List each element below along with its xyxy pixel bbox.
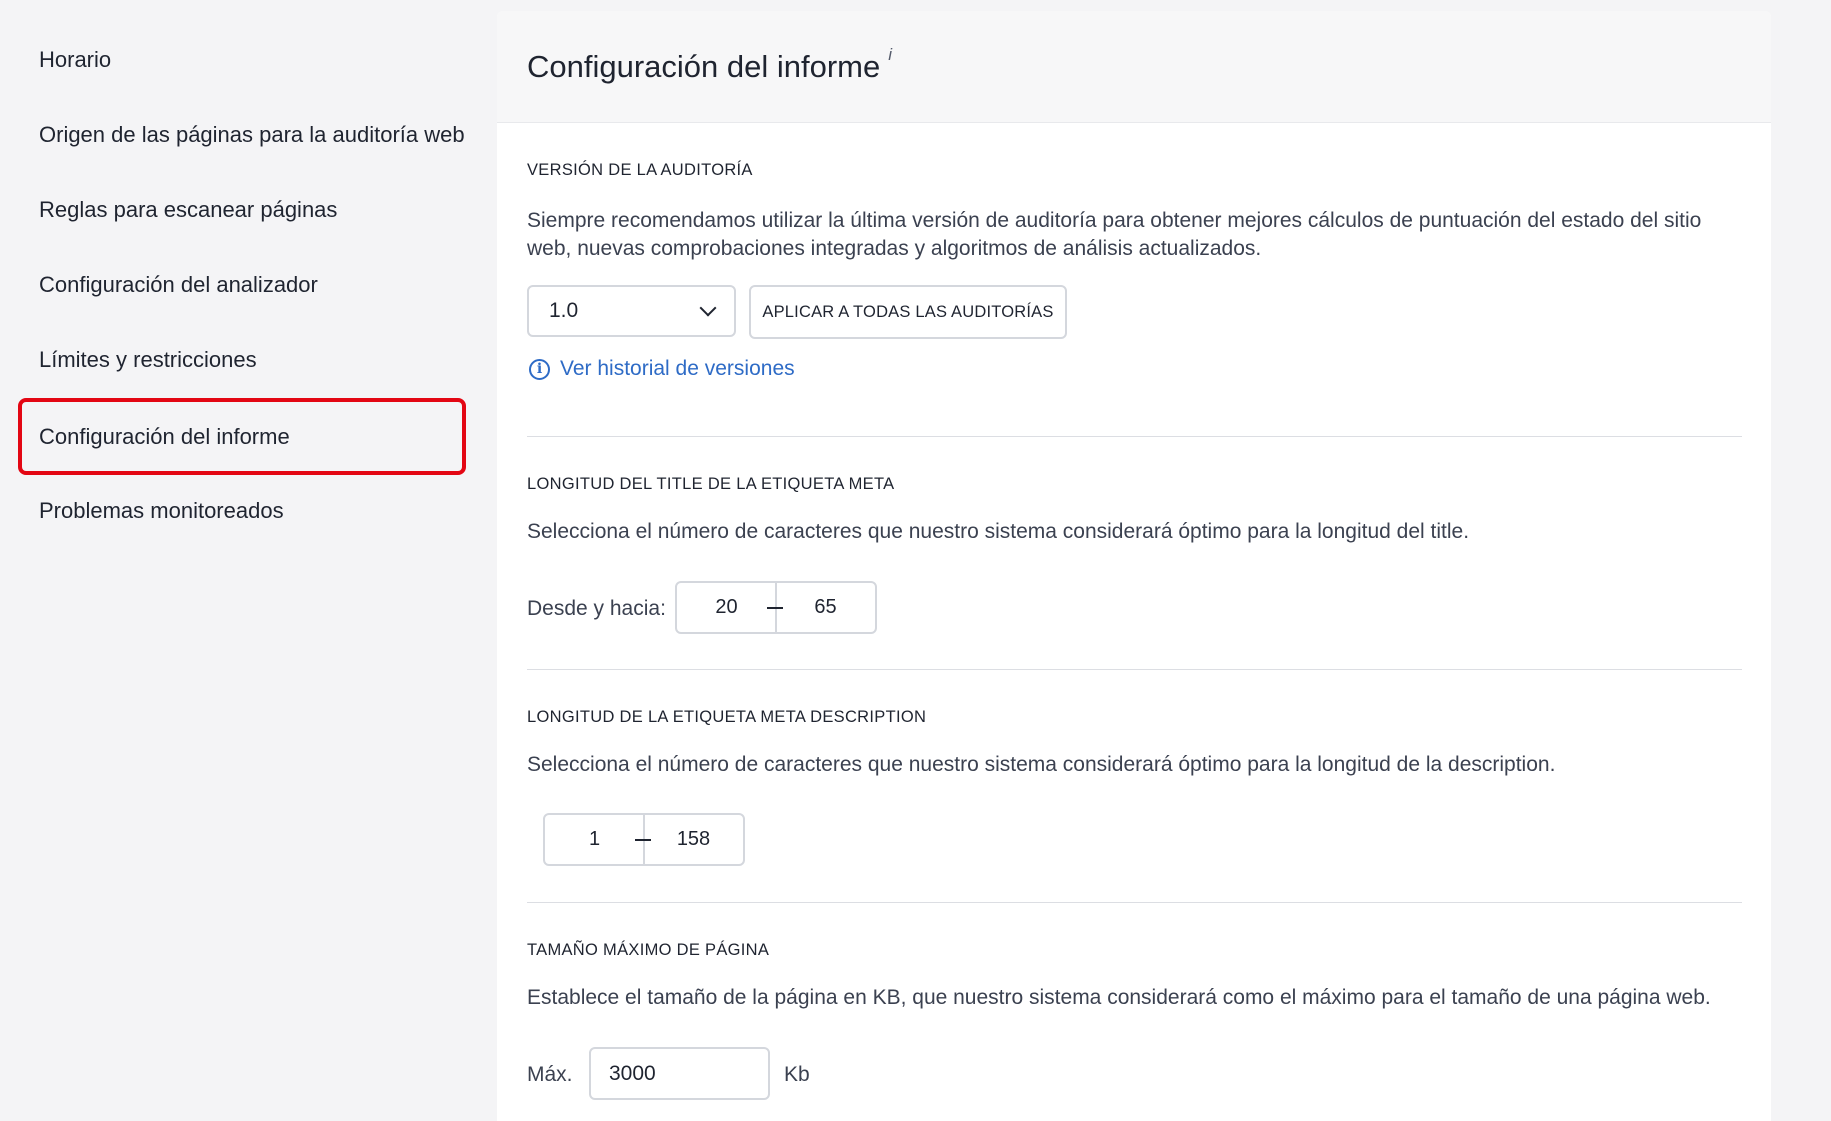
divider xyxy=(527,436,1742,437)
info-icon[interactable]: i xyxy=(888,45,892,65)
settings-sidebar: Horario Origen de las páginas para la au… xyxy=(0,0,495,1117)
description-length-from-input[interactable]: 1 xyxy=(545,815,644,864)
audit-version-select[interactable]: 1.0 xyxy=(527,285,736,337)
sidebar-item-problemas-monitoreados[interactable]: Problemas monitoreados xyxy=(18,474,466,548)
selected-version: 1.0 xyxy=(549,299,579,322)
max-page-size-section: TAMAÑO MÁXIMO DE PÁGINA Establece el tam… xyxy=(527,941,1742,1111)
section-description: Selecciona el número de caracteres que n… xyxy=(527,753,1556,776)
sidebar-item-label: Horario xyxy=(39,47,112,72)
unit-label: Kb xyxy=(784,1063,810,1086)
section-description: Siempre recomendamos utilizar la última … xyxy=(527,209,1702,260)
sidebar-item-label: Configuración del analizador xyxy=(39,272,318,297)
section-description: Selecciona el número de caracteres que n… xyxy=(527,520,1470,543)
dash-icon xyxy=(635,839,651,841)
description-length-range: 1 158 xyxy=(543,813,745,866)
sidebar-item-label: Configuración del informe xyxy=(39,423,290,449)
sidebar-item-configuracion-analizador[interactable]: Configuración del analizador xyxy=(18,248,466,322)
page-title: Configuración del informe xyxy=(527,48,881,84)
chevron-down-icon xyxy=(699,299,717,317)
audit-version-section: VERSIÓN DE LA AUDITORÍA Siempre recomend… xyxy=(527,161,1742,391)
divider xyxy=(527,902,1742,903)
title-length-range: 20 65 xyxy=(675,581,877,634)
sidebar-item-label: Límites y restricciones xyxy=(39,347,257,372)
section-heading: LONGITUD DE LA ETIQUETA META DESCRIPTION xyxy=(527,708,927,726)
version-history-link[interactable]: i Ver historial de versiones xyxy=(529,357,795,381)
sidebar-item-configuracion-informe[interactable]: Configuración del informe xyxy=(18,398,466,475)
version-history-link-label: Ver historial de versiones xyxy=(560,357,795,380)
title-length-to-input[interactable]: 65 xyxy=(776,583,875,632)
report-settings-panel: Configuración del informe i VERSIÓN DE L… xyxy=(497,11,1771,1121)
section-heading: TAMAÑO MÁXIMO DE PÁGINA xyxy=(527,941,770,959)
sidebar-item-horario[interactable]: Horario xyxy=(18,23,466,97)
title-length-from-input[interactable]: 20 xyxy=(677,583,776,632)
section-heading: LONGITUD DEL TITLE DE LA ETIQUETA META xyxy=(527,475,895,493)
section-description: Establece el tamaño de la página en KB, … xyxy=(527,986,1711,1009)
sidebar-item-reglas-escaneo[interactable]: Reglas para escanear páginas xyxy=(18,173,466,247)
panel-header: Configuración del informe i xyxy=(497,11,1771,123)
max-page-size-input[interactable]: 3000 xyxy=(589,1047,770,1100)
section-heading: VERSIÓN DE LA AUDITORÍA xyxy=(527,161,753,179)
sidebar-item-origen-paginas[interactable]: Origen de las páginas para la auditoría … xyxy=(18,98,466,172)
sidebar-item-label: Origen de las páginas para la auditoría … xyxy=(39,122,465,147)
description-length-section: LONGITUD DE LA ETIQUETA META DESCRIPTION… xyxy=(527,708,1742,868)
title-length-section: LONGITUD DEL TITLE DE LA ETIQUETA META S… xyxy=(527,475,1742,635)
info-circle-icon: i xyxy=(529,358,550,380)
sidebar-item-limites-restricciones[interactable]: Límites y restricciones xyxy=(18,323,466,397)
sidebar-item-label: Reglas para escanear páginas xyxy=(39,197,338,222)
apply-to-all-audits-button[interactable]: APLICAR A TODAS LAS AUDITORÍAS xyxy=(749,285,1067,339)
range-label: Desde y hacia: xyxy=(527,597,666,620)
description-length-to-input[interactable]: 158 xyxy=(644,815,743,864)
max-label: Máx. xyxy=(527,1063,573,1086)
divider xyxy=(527,669,1742,670)
dash-icon xyxy=(767,607,783,609)
sidebar-item-label: Problemas monitoreados xyxy=(39,498,284,523)
